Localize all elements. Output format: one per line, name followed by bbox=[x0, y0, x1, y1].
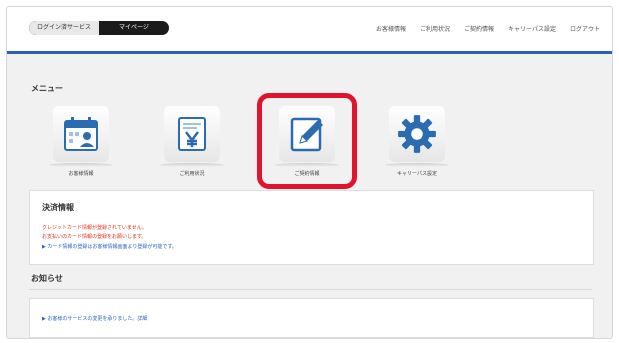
logo-left-text: ログイン済サービス bbox=[29, 21, 99, 35]
settlement-line-1: クレジットカード情報が登録されていません。 bbox=[42, 225, 147, 231]
settlement-link[interactable]: ▶ カード情報の登録はお客様情報画面より登録が可能です。 bbox=[42, 243, 177, 250]
menu-tile-customer-info[interactable]: お客様情報 bbox=[47, 106, 115, 182]
tile-shadow bbox=[385, 163, 449, 167]
tile-shadow bbox=[49, 163, 113, 167]
app-window: ログイン済サービス マイページ お客様情報 ご利用状況 ご契約情報 キャリーパス… bbox=[6, 6, 613, 339]
menu-title: メニュー bbox=[31, 84, 63, 93]
tile-label: ご利用状況 bbox=[179, 171, 205, 177]
header-nav: お客様情報 ご利用状況 ご契約情報 キャリーパス設定 ログアウト bbox=[376, 24, 600, 33]
notice-title: お知らせ bbox=[31, 274, 63, 283]
nav-logout[interactable]: ログアウト bbox=[570, 24, 600, 33]
notice-panel: ▶ お客様のサービスの変更を承りました。詳細 bbox=[29, 298, 594, 338]
tile-shadow bbox=[160, 163, 224, 167]
nav-contract[interactable]: ご契約情報 bbox=[464, 24, 494, 33]
settlement-title: 決済情報 bbox=[42, 203, 74, 212]
settlement-line-2: お支払いのカード情報の登録をお願いします。 bbox=[42, 234, 147, 240]
invoice-yen-icon bbox=[164, 106, 220, 162]
settlement-panel: 決済情報 クレジットカード情報が登録されていません。 お支払いのカード情報の登録… bbox=[29, 190, 594, 265]
tile-label: お客様情報 bbox=[68, 171, 94, 177]
menu-tile-carrypass[interactable]: キャリーパス設定 bbox=[383, 106, 451, 182]
gear-icon bbox=[389, 106, 445, 162]
nav-usage[interactable]: ご利用状況 bbox=[420, 24, 450, 33]
divider bbox=[29, 289, 592, 290]
notice-link[interactable]: ▶ お客様のサービスの変更を承りました。詳細 bbox=[42, 315, 147, 322]
nav-carrypass[interactable]: キャリーパス設定 bbox=[508, 24, 556, 33]
logo-right-text: マイページ bbox=[119, 24, 149, 31]
menu-tile-usage[interactable]: ご利用状況 bbox=[158, 106, 226, 182]
top-header: ログイン済サービス マイページ お客様情報 ご利用状況 ご契約情報 キャリーパス… bbox=[7, 7, 612, 54]
tile-label: キャリーパス設定 bbox=[397, 171, 437, 177]
logo[interactable]: ログイン済サービス マイページ bbox=[29, 21, 169, 35]
nav-customer-info[interactable]: お客様情報 bbox=[376, 24, 406, 33]
calendar-user-icon bbox=[53, 106, 109, 162]
highlight-frame bbox=[257, 93, 357, 189]
